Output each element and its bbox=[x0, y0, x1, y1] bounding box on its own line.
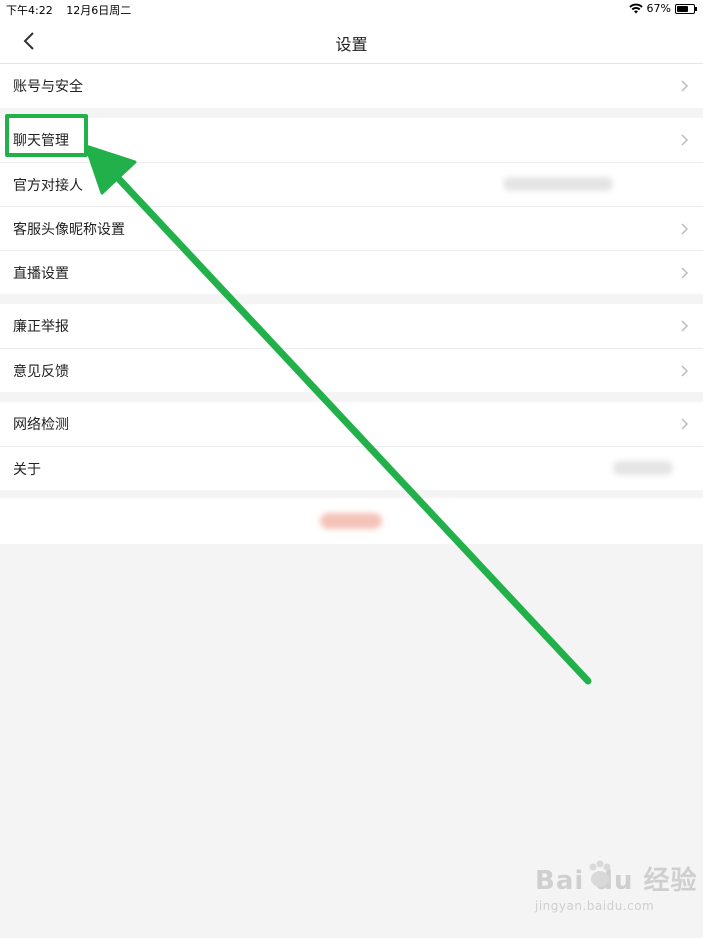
baidu-watermark: Bai du 经验 jingyan.baidu.com bbox=[535, 860, 698, 913]
pointer-arrow bbox=[84, 144, 592, 685]
paw-icon bbox=[589, 860, 611, 887]
watermark-sub: jingyan.baidu.com bbox=[535, 899, 655, 913]
watermark-main: Bai du 经验 bbox=[535, 866, 698, 896]
